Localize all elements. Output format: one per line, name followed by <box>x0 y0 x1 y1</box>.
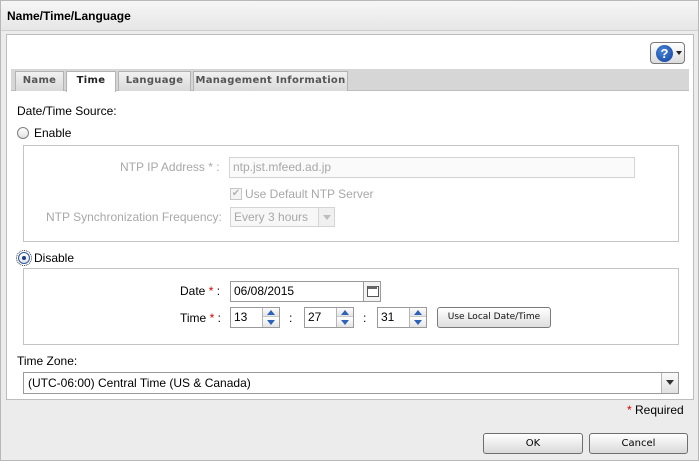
date-input[interactable]: 06/08/2015 <box>230 281 381 302</box>
tab-management-information[interactable]: Management Information <box>193 71 348 91</box>
time-label: Time * : <box>180 311 221 325</box>
date-value: 06/08/2015 <box>234 284 295 298</box>
ntp-ip-label: NTP IP Address * : <box>120 160 220 174</box>
spin-down-icon[interactable] <box>410 318 426 327</box>
cancel-button[interactable]: Cancel <box>589 433 688 454</box>
calendar-icon[interactable] <box>363 282 380 301</box>
use-default-ntp-label: Use Default NTP Server <box>245 187 374 201</box>
help-icon: ? <box>656 45 673 62</box>
spin-up-icon[interactable] <box>263 308 279 317</box>
time-zone-value: (UTC-06:00) Central Time (US & Canada) <box>28 376 251 390</box>
second-spin-buttons <box>409 308 426 327</box>
time-separator: : <box>289 311 293 325</box>
disable-label[interactable]: Disable <box>34 251 74 265</box>
time-zone-label: Time Zone: <box>17 354 78 368</box>
chevron-down-icon <box>318 208 334 226</box>
second-value: 31 <box>381 310 395 324</box>
hour-spinner[interactable]: 13 <box>230 307 280 328</box>
spin-down-icon[interactable] <box>337 318 353 327</box>
second-spinner[interactable]: 31 <box>377 307 427 328</box>
use-local-date-time-button[interactable]: Use Local Date/Time <box>437 307 551 328</box>
chevron-down-icon <box>661 373 678 393</box>
ok-button[interactable]: OK <box>483 433 583 454</box>
tab-strip: Name Time Language Management Informatio… <box>11 69 689 92</box>
spin-up-icon[interactable] <box>337 308 353 317</box>
time-zone-select[interactable]: (UTC-06:00) Central Time (US & Canada) <box>23 372 679 394</box>
chevron-down-icon <box>676 51 682 55</box>
content-panel: ? Name Time Language Management Informat… <box>6 34 694 400</box>
ntp-frequency-value: Every 3 hours <box>234 210 309 224</box>
dialog-window: Name/Time/Language ? Name Time Language … <box>0 0 699 461</box>
minute-value: 27 <box>308 310 322 324</box>
enable-radio[interactable] <box>17 127 29 139</box>
ntp-frequency-select[interactable]: Every 3 hours <box>230 207 335 227</box>
date-time-source-heading: Date/Time Source: <box>17 104 117 118</box>
date-label: Date * : <box>180 284 221 298</box>
hour-spin-buttons <box>262 308 279 327</box>
tab-time[interactable]: Time <box>66 71 116 92</box>
minute-spinner[interactable]: 27 <box>304 307 354 328</box>
time-separator: : <box>363 311 367 325</box>
required-legend: * Required <box>627 403 684 417</box>
disable-radio[interactable] <box>16 250 32 266</box>
enable-label[interactable]: Enable <box>34 126 71 140</box>
tab-language[interactable]: Language <box>118 71 191 91</box>
use-default-ntp-checkbox[interactable]: ✔ <box>230 188 242 200</box>
dialog-title: Name/Time/Language <box>7 9 131 23</box>
help-button[interactable]: ? <box>650 42 685 64</box>
spin-up-icon[interactable] <box>410 308 426 317</box>
spin-down-icon[interactable] <box>263 318 279 327</box>
manual-date-time-group: Date * : 06/08/2015 Time * : 13 : 27: 3… <box>23 268 679 345</box>
hour-value: 13 <box>234 310 248 324</box>
ntp-frequency-label: NTP Synchronization Frequency: <box>46 210 222 224</box>
tab-name[interactable]: Name <box>15 71 64 91</box>
minute-spin-buttons <box>336 308 353 327</box>
ntp-ip-input[interactable]: ntp.jst.mfeed.ad.jp <box>229 157 635 178</box>
title-bar[interactable]: Name/Time/Language <box>1 1 698 31</box>
ntp-settings-group: NTP IP Address * : ntp.jst.mfeed.ad.jp ✔… <box>23 145 679 242</box>
